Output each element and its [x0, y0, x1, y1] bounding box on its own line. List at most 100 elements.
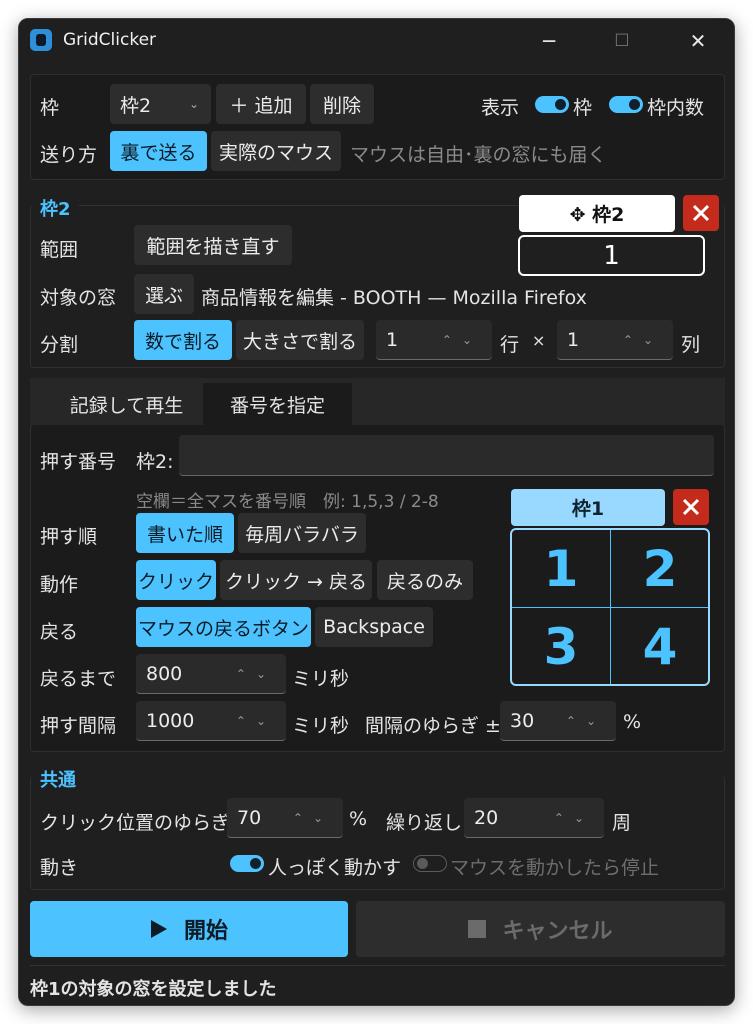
until-back-stepper[interactable]: 800 ⌃⌄ [136, 654, 286, 694]
interval-jitter-label: 間隔のゆらぎ ± [365, 715, 501, 737]
rows-stepper[interactable]: 1 ⌃⌄ [376, 320, 492, 360]
frame2-preview-title[interactable]: ✥ 枠2 [519, 195, 675, 232]
position-jitter-percent: % [349, 808, 368, 830]
send-label: 送り方 [40, 144, 98, 166]
grid-cell[interactable]: 4 [611, 608, 709, 685]
press-number-input[interactable] [179, 435, 714, 476]
display-number-toggle-label: 枠内数 [647, 97, 705, 119]
interval-stepper[interactable]: 1000 ⌃⌄ [136, 701, 286, 741]
split-by-size-button[interactable]: 大きさで割る [236, 320, 364, 360]
cancel-button[interactable]: キャンセル [356, 901, 725, 957]
stepper-arrows-icon: ⌃⌄ [441, 332, 482, 347]
action-click-back-button[interactable]: クリック → 戻る [220, 560, 372, 600]
cols-label: 列 [681, 334, 701, 356]
order-shuffle-button[interactable]: 毎周バラバラ [238, 513, 366, 553]
times-symbol: × [532, 331, 546, 350]
frame1-remove-button[interactable] [673, 489, 709, 525]
rows-value: 1 [386, 328, 399, 351]
cancel-button-label: キャンセル [502, 919, 613, 944]
play-icon [150, 920, 167, 938]
delete-frame-button[interactable]: 削除 [310, 84, 374, 124]
press-number-hint: 空欄＝全マスを番号順 例: 1,5,3 / 2-8 [136, 492, 439, 512]
stepper-arrows-icon: ⌃⌄ [622, 332, 663, 347]
action-back-only-button[interactable]: 戻るのみ [377, 560, 473, 600]
frame2-remove-button[interactable] [683, 195, 719, 231]
human-motion-toggle-label: 人っぽく動かす [268, 857, 402, 879]
title-bar: GridClicker ─ ☐ ✕ [19, 19, 734, 63]
cols-stepper[interactable]: 1 ⌃⌄ [557, 320, 673, 360]
frame2-preview-box[interactable]: 1 [518, 235, 705, 276]
split-by-count-button[interactable]: 数で割る [134, 320, 232, 360]
redraw-range-button[interactable]: 範囲を描き直す [134, 225, 292, 265]
maximize-button[interactable]: ☐ [599, 23, 645, 59]
frame1-grid[interactable]: 1 2 3 4 [510, 528, 710, 686]
target-window-name: 商品情報を編集 - BOOTH — Mozilla Firefox [201, 287, 587, 309]
close-button[interactable]: ✕ [675, 23, 721, 59]
until-back-label: 戻るまで [40, 668, 117, 690]
rows-label: 行 [500, 334, 520, 356]
position-jitter-stepper[interactable]: 70 ⌃⌄ [227, 798, 343, 838]
range-label: 範囲 [40, 239, 79, 261]
display-frame-toggle-label: 枠 [573, 97, 593, 119]
stepper-arrows-icon: ⌃⌄ [553, 810, 594, 825]
stop-on-move-toggle[interactable] [413, 855, 447, 872]
app-window: GridClicker ─ ☐ ✕ 枠 枠2 ⌄ ＋ 追加 削除 表示 枠 枠内… [18, 18, 735, 1006]
app-icon [30, 29, 52, 51]
stop-on-move-toggle-label: マウスを動かしたら停止 [450, 857, 660, 879]
interval-value: 1000 [146, 709, 195, 732]
interval-jitter-percent: % [623, 711, 642, 733]
target-window-label: 対象の窓 [40, 287, 117, 309]
action-label: 動作 [40, 574, 79, 596]
tab-record[interactable]: 記録して再生 [42, 383, 211, 426]
send-hint: マウスは自由･裏の窓にも届く [350, 144, 607, 166]
status-divider [30, 965, 725, 966]
repeat-value: 20 [474, 806, 499, 829]
display-frame-toggle[interactable] [535, 96, 569, 113]
motion-label: 動き [40, 857, 79, 879]
split-label: 分割 [40, 334, 79, 356]
action-click-button[interactable]: クリック [136, 560, 216, 600]
until-back-unit: ミリ秒 [292, 668, 350, 690]
frame-select-value: 枠2 [120, 94, 152, 117]
tab-bar: 記録して再生 番号を指定 [30, 378, 725, 426]
choose-window-button[interactable]: 選ぶ [134, 274, 194, 314]
window-title: GridClicker [63, 30, 157, 50]
press-number-label: 押す番号 [40, 451, 117, 473]
frame-label: 枠 [40, 97, 60, 119]
repeat-stepper[interactable]: 20 ⌃⌄ [464, 798, 604, 838]
add-frame-button[interactable]: ＋ 追加 [216, 84, 306, 124]
close-icon [692, 204, 710, 222]
interval-unit: ミリ秒 [292, 715, 350, 737]
chevron-down-icon: ⌄ [188, 97, 199, 111]
interval-label: 押す間隔 [40, 715, 117, 737]
until-back-value: 800 [146, 662, 183, 685]
repeat-label: 繰り返し [386, 812, 463, 834]
back-mouse-button[interactable]: マウスの戻るボタン [136, 607, 311, 647]
close-icon [682, 498, 700, 516]
back-backspace-button[interactable]: Backspace [315, 607, 433, 647]
stepper-arrows-icon: ⌃⌄ [565, 713, 606, 728]
human-motion-toggle[interactable] [230, 855, 264, 872]
display-number-toggle[interactable] [609, 96, 643, 113]
minimize-button[interactable]: ─ [526, 23, 572, 59]
repeat-unit: 周 [612, 812, 632, 834]
send-background-button[interactable]: 裏で送る [110, 131, 207, 171]
display-label: 表示 [481, 97, 520, 119]
status-text: 枠1の対象の窓を設定しました [30, 979, 277, 1000]
grid-cell[interactable]: 2 [611, 530, 709, 607]
start-button[interactable]: 開始 [30, 901, 348, 957]
position-jitter-value: 70 [237, 806, 262, 829]
tab-by-number[interactable]: 番号を指定 [203, 383, 352, 426]
grid-cell[interactable]: 3 [512, 608, 610, 685]
frame-select[interactable]: 枠2 ⌄ [110, 84, 211, 124]
frame1-preview-title[interactable]: 枠1 [511, 489, 665, 526]
send-real-mouse-button[interactable]: 実際のマウス [211, 131, 341, 171]
stop-icon [468, 920, 487, 938]
grid-cell[interactable]: 1 [512, 530, 610, 607]
interval-jitter-value: 30 [510, 709, 535, 732]
interval-jitter-stepper[interactable]: 30 ⌃⌄ [500, 701, 616, 741]
stepper-arrows-icon: ⌃⌄ [235, 713, 276, 728]
order-written-button[interactable]: 書いた順 [136, 513, 234, 553]
position-jitter-label: クリック位置のゆらぎ [40, 812, 231, 834]
start-button-label: 開始 [183, 919, 228, 944]
